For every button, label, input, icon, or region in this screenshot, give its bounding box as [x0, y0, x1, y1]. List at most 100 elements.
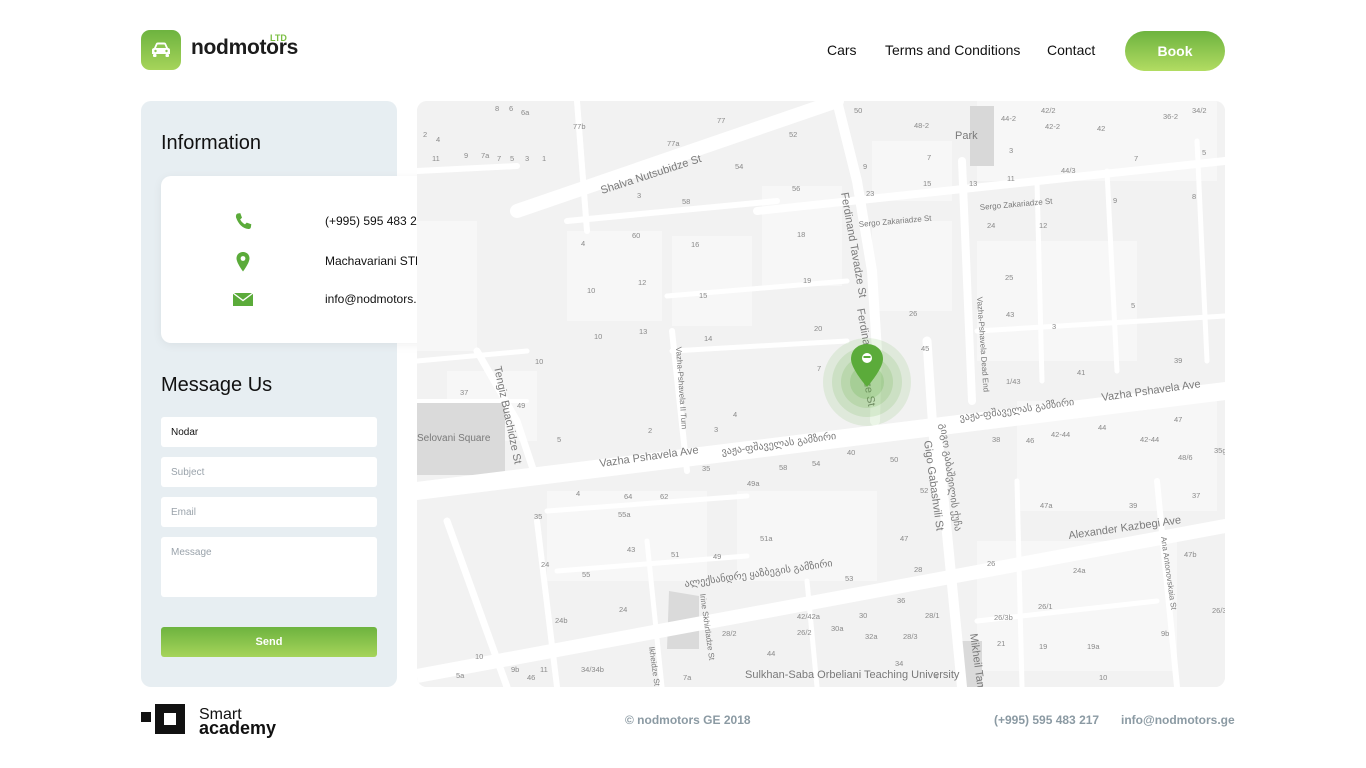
house-number: 4	[436, 135, 440, 144]
house-number: 26/3b	[994, 613, 1013, 622]
house-number: 4	[733, 410, 737, 419]
house-number: 35g	[1214, 446, 1225, 455]
nav-terms-and-conditions[interactable]: Terms and Conditions	[885, 42, 1020, 58]
house-number: 46	[1026, 436, 1034, 445]
house-number: 58	[682, 197, 690, 206]
place-label-park: Park	[955, 130, 978, 142]
house-number: 8	[495, 104, 499, 113]
house-number: 5a	[456, 671, 465, 680]
house-number: 47b	[1184, 550, 1197, 559]
house-number: 39	[1129, 501, 1137, 510]
map-canvas[interactable]: Shalva Nutsubidze St Sergo Zakariadze St…	[417, 101, 1225, 687]
house-number: 10	[535, 357, 543, 366]
house-number: 7	[927, 153, 931, 162]
house-number: 34/2	[1192, 106, 1207, 115]
house-number: 14	[704, 334, 712, 343]
house-number: 5	[557, 435, 561, 444]
place-label-selovani-square: Selovani Square	[417, 433, 491, 444]
house-number: 4	[581, 239, 585, 248]
house-number: 3	[637, 191, 641, 200]
car-icon	[152, 42, 170, 57]
footer-email[interactable]: info@nodmotors.ge	[1121, 713, 1235, 727]
info-phone[interactable]: (+995) 595 483 217	[325, 214, 430, 228]
house-number: 37	[460, 388, 468, 397]
house-number: 38	[992, 435, 1000, 444]
email-field[interactable]	[161, 497, 377, 527]
house-number: 10	[587, 286, 595, 295]
message-us-title: Message Us	[161, 374, 273, 396]
house-number: 50	[890, 455, 898, 464]
house-number: 10	[475, 652, 483, 661]
house-number: 51	[671, 550, 679, 559]
footer-copyright: © nodmotors GE 2018	[625, 713, 751, 727]
house-number: 60	[632, 231, 640, 240]
header: nodmotors LTD Cars Terms and Conditions …	[0, 0, 1366, 100]
house-number: 41	[1077, 368, 1085, 377]
book-button[interactable]: Book	[1125, 31, 1225, 71]
house-number: 26/3	[1212, 606, 1225, 615]
house-number: 42	[1097, 124, 1105, 133]
house-number: 77	[717, 116, 725, 125]
house-number: 44	[1098, 423, 1106, 432]
nav-contact[interactable]: Contact	[1047, 42, 1095, 58]
name-field[interactable]	[161, 417, 377, 447]
house-number: 28	[914, 565, 922, 574]
house-number: 49	[713, 552, 721, 561]
house-number: 44	[767, 649, 775, 658]
house-number: 21	[997, 639, 1005, 648]
house-number: 64	[624, 492, 632, 501]
house-number: 55	[582, 570, 590, 579]
house-number: 28/3	[903, 632, 918, 641]
house-number: 25	[1005, 273, 1013, 282]
house-number: 9b	[1161, 629, 1169, 638]
house-number: 49a	[747, 479, 760, 488]
house-number: 7	[1134, 154, 1138, 163]
send-button[interactable]: Send	[161, 627, 377, 657]
house-number: 40	[847, 448, 855, 457]
info-email[interactable]: info@nodmotors.ge	[325, 292, 430, 306]
house-number: 46	[527, 673, 535, 682]
subject-field[interactable]	[161, 457, 377, 487]
house-number: 30	[859, 611, 867, 620]
house-number: 1	[542, 154, 546, 163]
house-number: 7a	[683, 673, 692, 682]
location-marker[interactable]	[823, 338, 911, 426]
map[interactable]: Shalva Nutsubidze St Sergo Zakariadze St…	[417, 101, 1225, 687]
nav-cars[interactable]: Cars	[827, 42, 857, 58]
logo-badge[interactable]	[141, 30, 181, 70]
location-pin-icon	[231, 250, 255, 274]
smart-academy-logo[interactable]: Smart academy	[141, 704, 301, 740]
message-field[interactable]	[161, 537, 377, 597]
house-number: 24	[987, 221, 995, 230]
house-number: 39	[1174, 356, 1182, 365]
house-number: 26/1	[1038, 602, 1053, 611]
footer-phone[interactable]: (+995) 595 483 217	[994, 713, 1099, 727]
house-number: 43	[627, 545, 635, 554]
brand-suffix: LTD	[270, 33, 287, 43]
house-number: 47	[900, 534, 908, 543]
house-number: 36	[897, 596, 905, 605]
house-number: 6	[509, 104, 513, 113]
house-number: 54	[812, 459, 820, 468]
house-number: 50	[854, 106, 862, 115]
house-number: 19a	[1087, 642, 1100, 651]
house-number: 20	[814, 324, 822, 333]
house-number: 48/6	[1178, 453, 1193, 462]
place-label-university: Sulkhan-Saba Orbeliani Teaching Universi…	[745, 669, 960, 681]
house-number: 52	[789, 130, 797, 139]
house-number: 12	[638, 278, 646, 287]
house-number: 19	[1039, 642, 1047, 651]
house-number: 5	[510, 154, 514, 163]
house-number: 3	[525, 154, 529, 163]
house-number: 24b	[555, 616, 568, 625]
house-number: 26	[987, 559, 995, 568]
house-number: 5	[1131, 301, 1135, 310]
house-number: 58	[779, 463, 787, 472]
house-number: 28/1	[925, 611, 940, 620]
house-number: 43	[1006, 310, 1014, 319]
house-number: 19	[803, 276, 811, 285]
house-number: 77b	[573, 122, 586, 131]
house-number: 34/34b	[581, 665, 604, 674]
house-number: 52	[920, 486, 928, 495]
house-number: 24a	[1073, 566, 1086, 575]
